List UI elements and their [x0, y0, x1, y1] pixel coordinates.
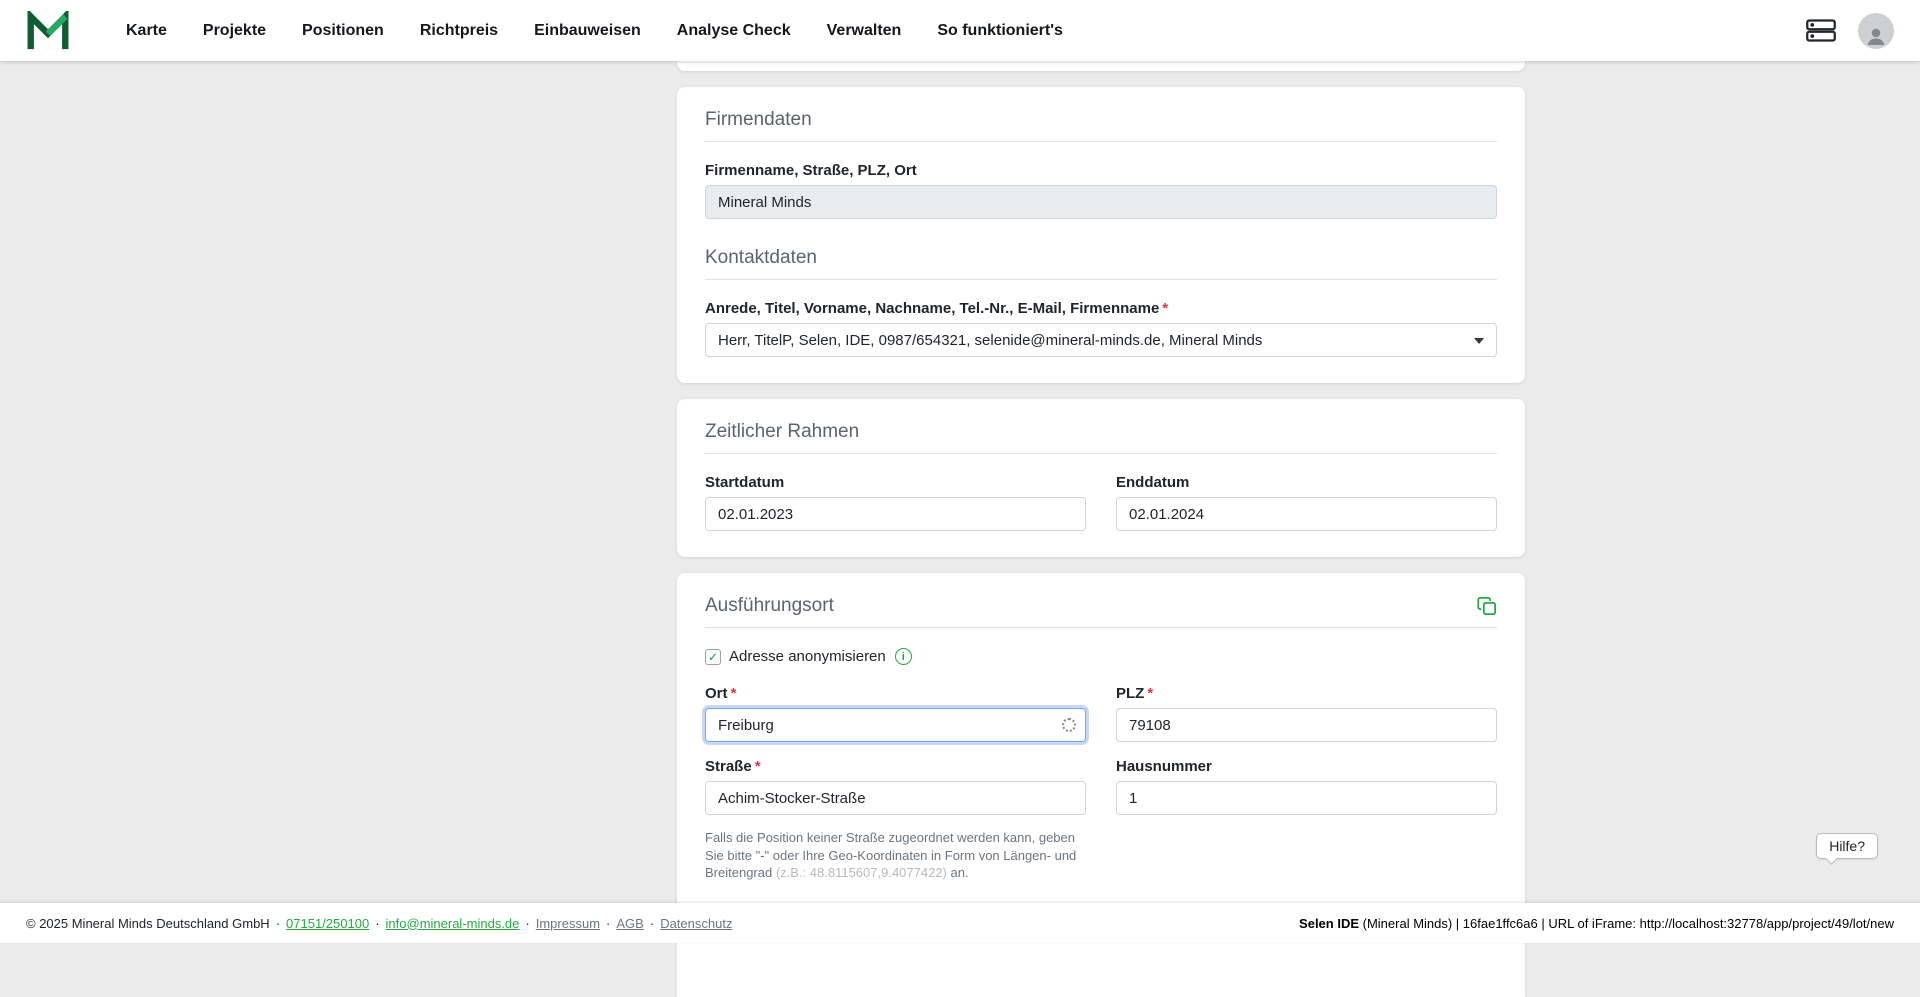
- person-icon: [1864, 25, 1888, 49]
- required-asterisk: *: [1147, 685, 1153, 702]
- strasse-hint: Falls die Position keiner Straße zugeord…: [705, 829, 1086, 882]
- datenschutz-link[interactable]: Datenschutz: [660, 916, 732, 931]
- logo-m-icon: [26, 11, 70, 51]
- plz-label: PLZ*: [1116, 685, 1497, 702]
- info-icon[interactable]: i: [895, 648, 912, 665]
- firmendaten-card: Firmendaten Firmenname, Straße, PLZ, Ort…: [677, 87, 1525, 383]
- divider: [705, 141, 1497, 142]
- nav-item-positionen[interactable]: Positionen: [302, 22, 384, 40]
- ort-label-text: Ort: [705, 685, 728, 702]
- nav-item-richtpreis[interactable]: Richtpreis: [420, 22, 498, 40]
- kontakt-select[interactable]: Herr, TitelP, Selen, IDE, 0987/654321, s…: [705, 323, 1497, 357]
- card-partial-bottom: [677, 937, 1525, 997]
- divider: [705, 627, 1497, 628]
- ort-field: Ort*: [705, 685, 1086, 742]
- hausnummer-input[interactable]: [1116, 781, 1497, 815]
- firmenname-label: Firmenname, Straße, PLZ, Ort: [705, 162, 1497, 179]
- kontaktdaten-title: Kontaktdaten: [705, 247, 1497, 269]
- divider: [705, 453, 1497, 454]
- strasse-label: Straße*: [705, 758, 1086, 775]
- hausnummer-field: Hausnummer: [1116, 758, 1497, 815]
- required-asterisk: *: [731, 685, 737, 702]
- ausfuehrungsort-title: Ausführungsort: [705, 595, 834, 617]
- startdatum-input[interactable]: [705, 497, 1086, 531]
- strasse-field: Straße*: [705, 758, 1086, 815]
- email-link[interactable]: info@mineral-minds.de: [386, 916, 520, 931]
- zeitlicher-rahmen-card: Zeitlicher Rahmen Startdatum Enddatum: [677, 399, 1525, 557]
- firmendaten-title: Firmendaten: [705, 109, 1497, 131]
- nav-item-verwalten[interactable]: Verwalten: [827, 22, 902, 40]
- mineral-minds-logo[interactable]: [26, 11, 70, 51]
- footer-right: Selen IDE (Mineral Minds) | 16fae1ffc6a6…: [1299, 916, 1894, 931]
- anonymize-checkbox[interactable]: ✓: [705, 649, 721, 665]
- check-icon: ✓: [708, 650, 718, 664]
- enddatum-input[interactable]: [1116, 497, 1497, 531]
- required-asterisk: *: [755, 758, 761, 775]
- strasse-label-text: Straße: [705, 758, 752, 775]
- footer-left: © 2025 Mineral Minds Deutschland GmbH · …: [26, 916, 732, 931]
- kontakt-label-text: Anrede, Titel, Vorname, Nachname, Tel.-N…: [705, 300, 1159, 317]
- chevron-down-icon: [1474, 338, 1484, 344]
- navbar-right: [1806, 13, 1894, 49]
- zeitlicher-rahmen-title: Zeitlicher Rahmen: [705, 421, 1497, 443]
- startdatum-field: Startdatum: [705, 474, 1086, 531]
- kontakt-selected-value: Herr, TitelP, Selen, IDE, 0987/654321, s…: [718, 332, 1262, 349]
- strasse-input[interactable]: [705, 781, 1086, 815]
- separator-dot: ·: [525, 916, 529, 931]
- nav-item-so-funktionierts[interactable]: So funktioniert's: [937, 22, 1063, 40]
- hint-example: (z.B.: 48.8115607,9.4077422): [776, 865, 947, 880]
- copyright-text: © 2025 Mineral Minds Deutschland GmbH: [26, 916, 270, 931]
- hint-suffix: an.: [947, 865, 969, 880]
- required-asterisk: *: [1162, 300, 1168, 317]
- separator-dot: ·: [606, 916, 610, 931]
- nav-links: Karte Projekte Positionen Richtpreis Ein…: [126, 22, 1063, 40]
- nav-item-analyse-check[interactable]: Analyse Check: [677, 22, 791, 40]
- hausnummer-label-text: Hausnummer: [1116, 758, 1212, 775]
- anonymize-row: ✓ Adresse anonymisieren i: [705, 648, 1497, 665]
- nav-item-projekte[interactable]: Projekte: [203, 22, 266, 40]
- form-column: Firmendaten Firmenname, Straße, PLZ, Ort…: [677, 61, 1525, 997]
- startdatum-label: Startdatum: [705, 474, 1086, 491]
- enddatum-field: Enddatum: [1116, 474, 1497, 531]
- card-partial-top: [677, 61, 1525, 71]
- enddatum-label: Enddatum: [1116, 474, 1497, 491]
- firmenname-input: [705, 185, 1497, 219]
- kontakt-label: Anrede, Titel, Vorname, Nachname, Tel.-N…: [705, 300, 1497, 317]
- info-icon-glyph: i: [902, 651, 905, 663]
- separator-dot: ·: [375, 916, 379, 931]
- separator-dot: ·: [650, 916, 654, 931]
- startdatum-label-text: Startdatum: [705, 474, 784, 491]
- anonymize-label: Adresse anonymisieren: [729, 648, 886, 665]
- impressum-link[interactable]: Impressum: [536, 916, 600, 931]
- copy-icon[interactable]: [1477, 596, 1497, 616]
- ort-label: Ort*: [705, 685, 1086, 702]
- plz-input[interactable]: [1116, 708, 1497, 742]
- nav-item-einbauweisen[interactable]: Einbauweisen: [534, 22, 641, 40]
- loading-spinner-icon: [1062, 718, 1076, 732]
- user-avatar[interactable]: [1858, 13, 1894, 49]
- divider: [705, 279, 1497, 280]
- enddatum-label-text: Enddatum: [1116, 474, 1189, 491]
- separator-dot: ·: [276, 916, 280, 931]
- phone-link[interactable]: 07151/250100: [286, 916, 369, 931]
- ausfuehrungsort-card: Ausführungsort ✓ Adresse anonymisieren i…: [677, 573, 1525, 921]
- nav-item-karte[interactable]: Karte: [126, 22, 167, 40]
- ide-info: (Mineral Minds) | 16fae1ffc6a6 | URL of …: [1359, 916, 1894, 931]
- ort-input[interactable]: [705, 708, 1086, 742]
- server-icon[interactable]: [1806, 18, 1836, 43]
- hausnummer-label: Hausnummer: [1116, 758, 1497, 775]
- firmenname-label-text: Firmenname, Straße, PLZ, Ort: [705, 162, 917, 179]
- footer: © 2025 Mineral Minds Deutschland GmbH · …: [0, 903, 1920, 943]
- agb-link[interactable]: AGB: [616, 916, 643, 931]
- help-button[interactable]: Hilfe?: [1816, 833, 1878, 859]
- plz-label-text: PLZ: [1116, 685, 1144, 702]
- ide-name: Selen IDE: [1299, 916, 1359, 931]
- plz-field: PLZ*: [1116, 685, 1497, 742]
- top-navbar: Karte Projekte Positionen Richtpreis Ein…: [0, 0, 1920, 61]
